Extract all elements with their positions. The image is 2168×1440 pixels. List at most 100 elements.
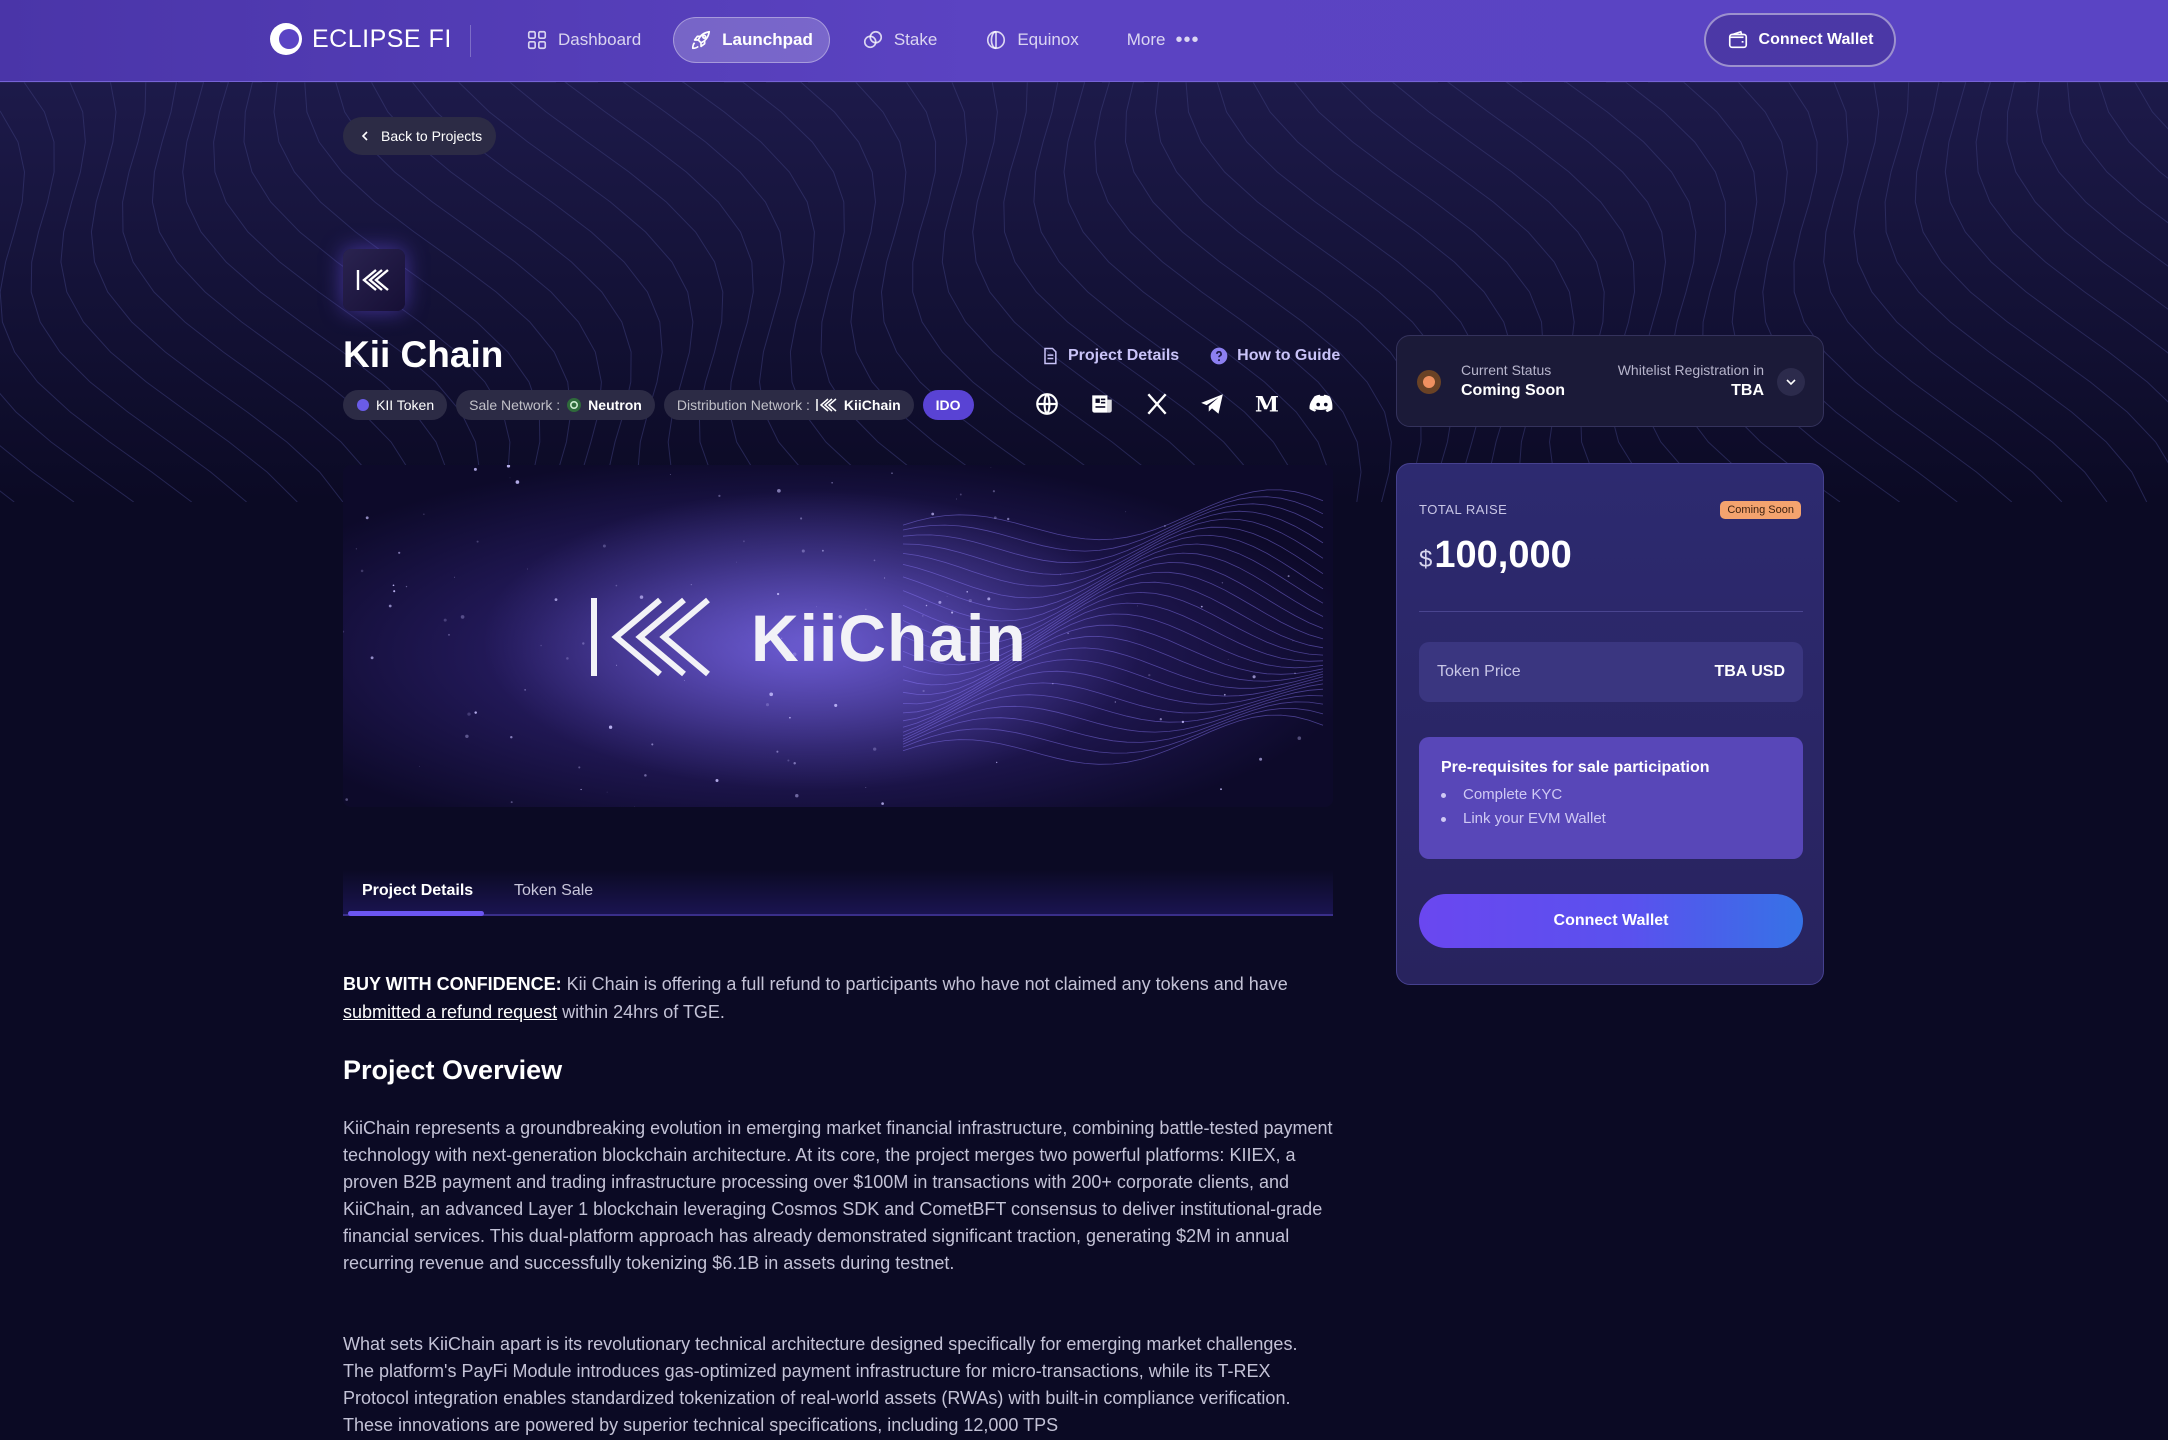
- star: [831, 482, 833, 484]
- star: [644, 774, 647, 777]
- star: [540, 644, 542, 647]
- nav-item-more[interactable]: More •••: [1111, 17, 1216, 63]
- refund-notice-text: Kii Chain is offering a full refund to p…: [561, 974, 1288, 994]
- star: [392, 584, 395, 587]
- medium-icon: M: [1255, 393, 1279, 417]
- star: [365, 516, 369, 520]
- project-overview-heading: Project Overview: [343, 1055, 563, 1085]
- whitelist-value: TBA: [1731, 382, 1764, 399]
- star: [1007, 517, 1010, 521]
- star: [602, 544, 606, 548]
- token-price-row: Token Price TBA USD: [1419, 642, 1803, 702]
- eclipse-logo-icon: [270, 23, 302, 55]
- x-link[interactable]: [1143, 389, 1171, 419]
- star: [990, 467, 992, 468]
- sale-network-value: Neutron: [588, 397, 642, 413]
- back-to-projects-button[interactable]: Back to Projects: [343, 117, 497, 155]
- star: [527, 568, 528, 570]
- active-tab-indicator: [348, 911, 484, 916]
- connect-wallet-button[interactable]: Connect Wallet: [1704, 13, 1896, 67]
- raise-value: 100,000: [1434, 534, 1572, 576]
- star: [454, 576, 456, 578]
- telegram-link[interactable]: [1198, 389, 1226, 419]
- social-links: M: [1033, 389, 1336, 419]
- star: [1294, 672, 1296, 675]
- star: [955, 498, 957, 500]
- divider: [1419, 611, 1803, 612]
- star: [992, 490, 996, 493]
- nav-item-label: More: [1126, 30, 1166, 49]
- total-raise-amount: $ 100,000: [1419, 534, 1572, 577]
- star: [578, 766, 581, 769]
- star: [465, 734, 469, 739]
- star: [669, 474, 671, 475]
- prerequisites-title: Pre-requisites for sale participation: [1441, 759, 1710, 776]
- nav-divider: [470, 25, 471, 57]
- whitelist-label: Whitelist Registration in: [1617, 362, 1764, 378]
- star: [1252, 675, 1256, 679]
- status-expand-button[interactable]: [1777, 368, 1805, 396]
- refund-request-link[interactable]: submitted a refund request: [343, 1002, 557, 1022]
- star: [615, 584, 618, 587]
- tab-project-details[interactable]: Project Details: [362, 882, 473, 900]
- star: [931, 512, 935, 516]
- overview-paragraph: KiiChain represents a groundbreaking evo…: [343, 1118, 1333, 1273]
- project-details-link[interactable]: Project Details: [1040, 346, 1179, 366]
- ido-badge: IDO: [922, 390, 974, 420]
- star: [510, 735, 513, 739]
- star: [582, 642, 585, 645]
- brand-name: ECLIPSE FI: [312, 24, 452, 53]
- kii-logo-icon: [356, 269, 389, 291]
- kiichain-banner-logo-icon: [591, 597, 710, 677]
- star: [1148, 673, 1151, 677]
- globe-icon: [1036, 393, 1058, 415]
- star: [423, 513, 425, 515]
- star: [684, 680, 686, 682]
- refund-notice-heading: BUY WITH CONFIDENCE:: [343, 974, 562, 994]
- discord-link[interactable]: [1308, 389, 1336, 419]
- nav-item-equinox[interactable]: Equinox: [969, 17, 1094, 63]
- brand[interactable]: ECLIPSE FI: [270, 23, 452, 55]
- star: [1052, 682, 1054, 685]
- star: [510, 801, 513, 804]
- project-logo: [343, 249, 405, 311]
- how-to-guide-link[interactable]: How to Guide: [1209, 346, 1340, 366]
- star: [1297, 736, 1302, 740]
- kiichain-icon: [816, 398, 837, 412]
- discord-icon: [1309, 394, 1333, 413]
- distribution-network-value: KiiChain: [843, 397, 901, 413]
- kii-token-icon: [357, 399, 369, 411]
- chevron-down-icon: [1786, 379, 1796, 386]
- nav-item-launchpad[interactable]: Launchpad: [673, 17, 830, 63]
- token-price-value: TBA USD: [1714, 663, 1785, 680]
- status-indicator: [1417, 370, 1441, 394]
- docs-link[interactable]: [1088, 389, 1116, 419]
- how-to-guide-link-label: How to Guide: [1237, 347, 1341, 364]
- project-details-link-label: Project Details: [1068, 347, 1180, 364]
- medium-link[interactable]: M: [1253, 389, 1281, 419]
- star: [580, 788, 582, 791]
- star: [1181, 720, 1185, 724]
- sale-card: TOTAL RAISE Coming Soon $ 100,000 Token …: [1396, 463, 1824, 985]
- star: [1060, 574, 1061, 575]
- star: [1259, 757, 1263, 761]
- star: [993, 516, 997, 520]
- token-price-label: Token Price: [1437, 663, 1521, 680]
- star: [821, 549, 824, 552]
- star: [1221, 582, 1224, 584]
- connect-wallet-cta-button[interactable]: Connect Wallet: [1419, 894, 1803, 948]
- star: [448, 633, 450, 636]
- tab-token-sale[interactable]: Token Sale: [514, 882, 593, 900]
- chevron-left-icon: [361, 131, 368, 141]
- nav-item-dashboard[interactable]: Dashboard: [510, 17, 657, 63]
- star: [795, 793, 799, 798]
- help-icon: [1210, 347, 1228, 365]
- x-icon: [1147, 393, 1167, 415]
- star: [690, 584, 692, 586]
- nav-item-stake[interactable]: Stake: [846, 17, 953, 63]
- star: [343, 630, 345, 633]
- star: [608, 725, 613, 729]
- star: [524, 689, 526, 691]
- website-link[interactable]: [1033, 389, 1061, 419]
- star: [776, 592, 780, 596]
